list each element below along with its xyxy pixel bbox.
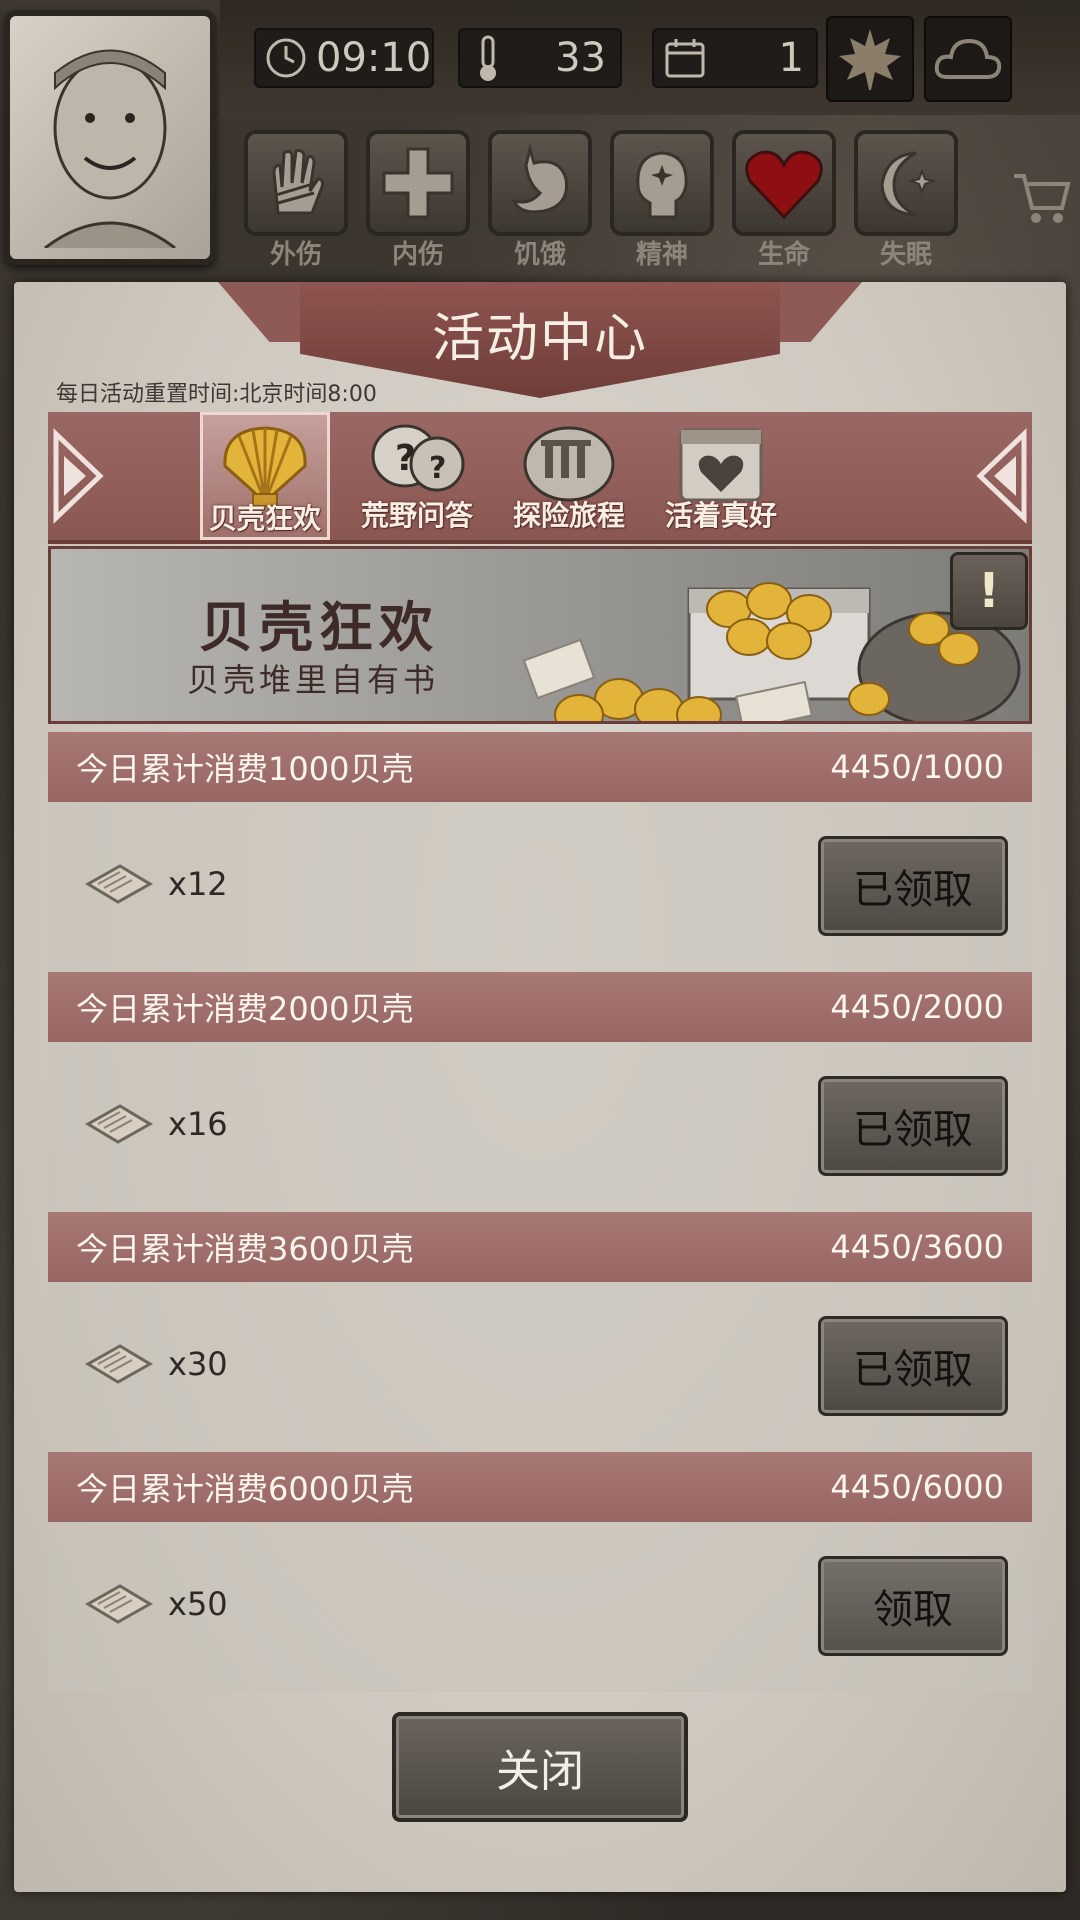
task-title: 今日累计消费3600贝壳 [76, 1230, 414, 1268]
claimed-button[interactable]: 已领取 [818, 1316, 1008, 1416]
reward-item: x50 [84, 1582, 228, 1626]
chevron-right-icon [976, 428, 1027, 524]
status-external-injury[interactable] [244, 130, 348, 236]
tab-label: 活着真好 [664, 499, 777, 532]
status-internal-injury[interactable] [366, 130, 470, 236]
tab-next-arrow[interactable] [972, 412, 1032, 540]
paper-note-icon [85, 864, 153, 904]
tab-adventure-journey[interactable]: 探险旅程 [504, 412, 634, 540]
task-header: 今日累计消费1000贝壳 4450/1000 [48, 732, 1032, 802]
status-spirit[interactable] [610, 130, 714, 236]
task-reward-row: x16 已领取 [48, 1042, 1032, 1212]
task-title: 今日累计消费2000贝壳 [76, 990, 414, 1028]
task-progress: 4450/1000 [830, 748, 1004, 786]
status-label-external: 外伤 [269, 240, 322, 270]
status-hunger[interactable] [488, 130, 592, 236]
reward-item: x16 [84, 1102, 228, 1146]
task-header: 今日累计消费3600贝壳 4450/3600 [48, 1212, 1032, 1282]
svg-text:?: ? [395, 438, 416, 479]
player-portrait[interactable] [4, 10, 216, 265]
tab-label: 荒野问答 [360, 499, 473, 532]
heart-icon [745, 150, 823, 220]
claimed-button[interactable]: 已领取 [818, 836, 1008, 936]
head-sparkle-icon [636, 151, 688, 219]
task-progress: 4450/6000 [830, 1468, 1004, 1506]
svg-text:?: ? [429, 451, 446, 486]
stomach-icon [511, 143, 569, 214]
activity-tabs: 贝壳狂欢 ? ? 荒野问答 探险旅程 活着真好 [48, 412, 1032, 544]
exclamation-icon: ! [978, 563, 1000, 619]
task-title: 今日累计消费6000贝壳 [76, 1470, 414, 1508]
reward-quantity: x12 [168, 865, 228, 903]
status-label-insomnia: 失眠 [879, 240, 932, 270]
paper-note-icon [85, 1584, 153, 1624]
tab-label: 贝壳狂欢 [208, 502, 321, 535]
task-header: 今日累计消费2000贝壳 4450/2000 [48, 972, 1032, 1042]
task-title: 今日累计消费1000贝壳 [76, 750, 414, 788]
chevron-left-icon [53, 428, 104, 524]
temperature-value: 33 [555, 35, 606, 81]
maple-leaf-icon [839, 29, 901, 90]
banner-subtitle: 贝壳堆里自有书 [187, 661, 440, 699]
temperature-display: 33 [458, 28, 622, 88]
task-progress: 4450/3600 [830, 1228, 1004, 1266]
close-button[interactable]: 关闭 [392, 1712, 688, 1822]
reward-quantity: x16 [168, 1105, 228, 1143]
day-value: 1 [778, 35, 804, 81]
calendar-icon [665, 39, 705, 78]
paper-note-icon [85, 1104, 153, 1144]
reward-item: x30 [84, 1342, 228, 1386]
golden-shell-icon [223, 426, 307, 507]
tab-shell-carnival[interactable]: 贝壳狂欢 [200, 412, 330, 540]
question-bubbles-icon: ? ? [371, 424, 465, 492]
task-progress: 4450/2000 [830, 988, 1004, 1026]
task-header: 今日累计消费6000贝壳 4450/6000 [48, 1452, 1032, 1522]
day-display: 1 [652, 28, 818, 88]
weather-indicator[interactable] [924, 16, 1012, 102]
reward-item: x12 [84, 862, 228, 906]
avatar [44, 49, 176, 248]
tab-wild-quiz[interactable]: ? ? 荒野问答 [352, 412, 482, 540]
moon-star-icon [880, 151, 937, 217]
cloud-icon [934, 38, 1002, 79]
status-label-internal: 内伤 [391, 240, 444, 270]
info-alert-button[interactable]: ! [950, 552, 1028, 630]
panel-title: 活动中心 [431, 309, 648, 369]
status-health[interactable] [732, 130, 836, 236]
reset-time-note: 每日活动重置时间:北京时间8:00 [56, 382, 377, 407]
claimed-button[interactable]: 已领取 [818, 1076, 1008, 1176]
tab-label: 探险旅程 [512, 499, 625, 532]
event-banner: 贝壳狂欢 贝壳堆里自有书 [48, 546, 1032, 724]
task-reward-row: x30 已领取 [48, 1282, 1032, 1452]
paper-note-icon [85, 1344, 153, 1384]
clock-display: 09:10 [254, 28, 434, 88]
shopping-cart-icon[interactable] [1010, 168, 1074, 228]
cross-icon [382, 147, 454, 219]
banner-title: 贝壳狂欢 [199, 595, 439, 659]
heart-calendar-icon [679, 428, 763, 502]
clock-icon [266, 38, 306, 78]
hand-bandage-icon [272, 149, 324, 215]
task-reward-row: x50 领取 [48, 1522, 1032, 1692]
reward-quantity: x30 [168, 1345, 228, 1383]
status-label-hunger: 饥饿 [513, 240, 566, 270]
tab-prev-arrow[interactable] [48, 412, 108, 540]
status-label-spirit: 精神 [635, 240, 688, 270]
status-label-health: 生命 [757, 240, 810, 270]
ruins-icon [523, 426, 615, 502]
season-indicator[interactable] [826, 16, 914, 102]
task-list: 今日累计消费1000贝壳 4450/1000 x12 已领取 今日累计消费200… [48, 732, 1032, 1692]
time-value: 09:10 [316, 35, 432, 81]
tab-alive-is-good[interactable]: 活着真好 [656, 412, 786, 540]
thermometer-icon [480, 35, 496, 81]
status-insomnia[interactable] [854, 130, 958, 236]
claim-button[interactable]: 领取 [818, 1556, 1008, 1656]
task-reward-row: x12 已领取 [48, 802, 1032, 972]
reward-quantity: x50 [168, 1585, 228, 1623]
